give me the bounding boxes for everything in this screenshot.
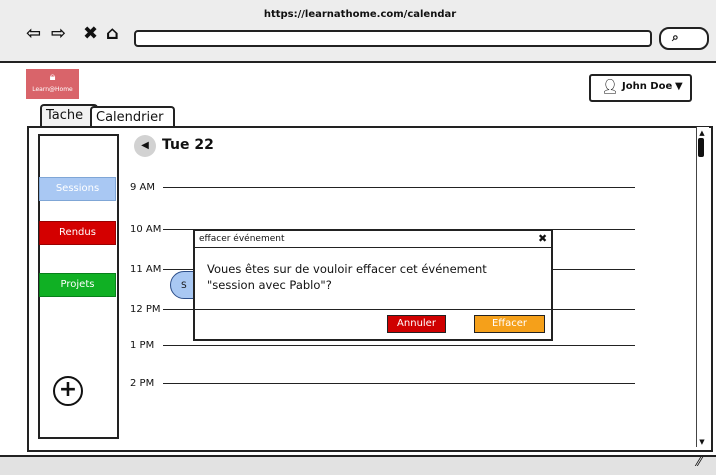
cancel-button[interactable]: Annuler [387,315,446,333]
delete-button[interactable]: Effacer [474,315,545,333]
logo: 🔒︎ Learn@Home [26,69,79,99]
previous-day-icon[interactable]: ◀ [134,135,156,157]
add-icon[interactable]: + [53,376,83,406]
url-text: https://learnathome.com/calendar [263,9,457,20]
time-label-2pm: 2 PM [130,378,155,389]
user-icon: 👤︎ [601,79,619,95]
time-line [163,345,635,346]
sidebar-item-rendus[interactable]: Rendus [39,221,116,245]
home-icon[interactable]: ⌂ [106,24,119,44]
delete-event-dialog: effacer événement ✖ Voues êtes sur de vo… [193,229,553,341]
user-dropdown[interactable]: 👤︎ John Doe ▼ [589,74,692,102]
time-label-9am: 9 AM [130,182,156,193]
time-label-12pm: 12 PM [130,304,161,315]
user-name: John Doe [622,81,673,92]
time-label-11am: 11 AM [130,264,162,275]
address-bar[interactable] [134,30,652,47]
back-arrow-icon[interactable]: ⇦ [26,24,41,44]
chevron-down-icon: ▼ [675,81,683,92]
dialog-close-icon[interactable]: ✖ [538,232,547,245]
dialog-title: effacer événement [199,234,285,244]
forward-arrow-icon[interactable]: ⇨ [51,24,66,44]
scrollbar[interactable] [696,127,709,447]
close-icon[interactable]: ✖ [83,24,98,44]
sidebar-item-projets[interactable]: Projets [39,273,116,297]
scroll-down-icon[interactable]: ▼ [697,437,707,447]
logo-text: Learn@Home [32,86,73,93]
dialog-message-line-2: "session avec Pablo"? [207,278,332,292]
date-title: Tue 22 [162,137,214,153]
scroll-up-icon[interactable]: ▲ [697,128,707,138]
time-label-1pm: 1 PM [130,340,155,351]
time-line [163,187,635,188]
status-bar [0,455,716,475]
dialog-message-line-1: Voues êtes sur de vouloir effacer cet év… [207,262,487,276]
search-button[interactable] [659,27,709,50]
scroll-thumb[interactable] [698,138,704,157]
dialog-message: Voues êtes sur de vouloir effacer cet év… [207,261,537,293]
time-label-10am: 10 AM [130,224,162,235]
resize-handle-icon[interactable]: ⁄⁄ [697,455,701,469]
time-line [163,383,635,384]
dialog-divider [195,309,551,310]
search-icon: ⌕ [672,30,679,44]
sidebar-item-sessions[interactable]: Sessions [39,177,116,201]
lock-icon: 🔒︎ [49,70,56,83]
